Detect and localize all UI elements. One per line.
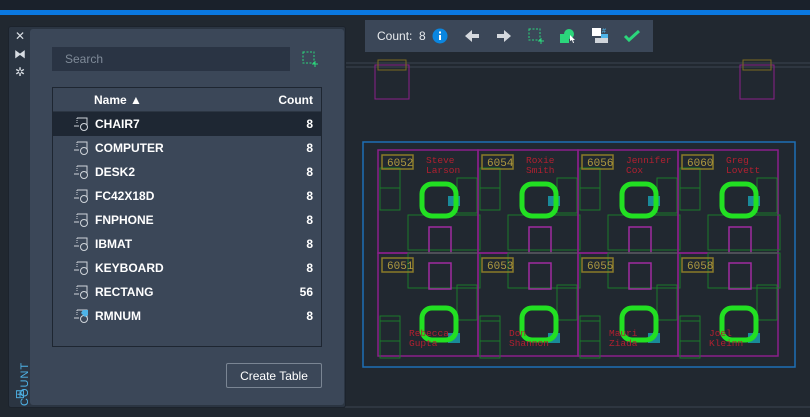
row-name: DESK2	[95, 165, 136, 179]
table-row[interactable]: RMNUM 8	[53, 304, 321, 328]
palette-strip: ✕ ⧓ ✲ COUNT ⊞	[8, 26, 31, 408]
row-name: COMPUTER	[95, 141, 164, 155]
find-block-icon[interactable]	[559, 27, 577, 45]
block-icon	[74, 165, 88, 179]
occupant-last-name: Ziada	[609, 338, 638, 349]
search-input[interactable]	[52, 47, 290, 71]
row-count: 56	[299, 285, 313, 299]
cubicle[interactable]: 6051RebeccaGupta	[377, 252, 481, 359]
count-panel: Name ▲ Count CHAIR78COMPUTER8DESK28FC42X…	[30, 29, 344, 405]
block-icon	[74, 189, 88, 203]
occupant-last-name: Kleinn	[709, 338, 743, 349]
count-readout: Count: 8	[377, 29, 426, 43]
row-count: 8	[306, 213, 313, 227]
occupant-last-name: Gupta	[409, 338, 438, 349]
attribute-block-icon	[74, 309, 88, 323]
row-name: IBMAT	[95, 237, 133, 251]
next-arrow-icon[interactable]	[495, 27, 513, 45]
cubicle[interactable]: 6052 SteveLarson	[377, 149, 481, 254]
cubicle[interactable]: 6053DonShannon	[477, 252, 581, 359]
count-table: Name ▲ Count CHAIR7 8 COMPUTER 8 DESK2 8 FC42X…	[52, 87, 322, 347]
table-row[interactable]: FC42X18D 8	[53, 184, 321, 208]
table-row[interactable]: DESK2 8	[53, 160, 321, 184]
column-name[interactable]: Name ▲	[94, 93, 142, 107]
occupant-last-name: Larson	[426, 165, 460, 176]
row-count: 8	[306, 189, 313, 203]
cubicle[interactable]: 6055MauriZiada	[577, 252, 681, 359]
cubicle[interactable]: 6058JoelKleinn	[677, 252, 781, 359]
row-name: KEYBOARD	[95, 261, 164, 275]
count-table-icon: ⊞	[14, 387, 26, 401]
insert-table-icon[interactable]: #	[591, 27, 609, 45]
occupant-last-name: Cox	[626, 165, 643, 176]
column-count[interactable]: Count	[278, 93, 313, 107]
row-count: 8	[306, 261, 313, 275]
select-objects-icon[interactable]	[527, 27, 545, 45]
occupant-last-name: Smith	[526, 165, 555, 176]
room-number: 6055	[587, 261, 613, 273]
row-count: 8	[306, 141, 313, 155]
block-icon	[74, 285, 88, 299]
select-objects-icon[interactable]	[302, 51, 318, 67]
block-icon	[74, 237, 88, 251]
row-name: FNPHONE	[95, 213, 154, 227]
done-check-icon[interactable]	[623, 27, 641, 45]
occupant-last-name: Lovett	[726, 165, 760, 176]
count-toolbar: Count: 8 #	[365, 20, 653, 52]
previous-arrow-icon[interactable]	[463, 27, 481, 45]
cubicle[interactable]: 6056 JenniferCox	[577, 149, 681, 254]
row-count: 8	[306, 165, 313, 179]
block-icon	[74, 213, 88, 227]
cubicle[interactable]: 6054 RoxieSmith	[477, 149, 581, 254]
occupant-last-name: Shannon	[509, 338, 549, 349]
row-count: 8	[306, 117, 313, 131]
settings-icon[interactable]: ✲	[14, 66, 26, 78]
block-icon	[74, 117, 88, 131]
room-number: 6052	[387, 158, 413, 170]
row-count: 8	[306, 237, 313, 251]
room-number: 6053	[487, 261, 513, 273]
table-header: Name ▲ Count	[53, 88, 321, 112]
table-row[interactable]: IBMAT 8	[53, 232, 321, 256]
table-row[interactable]: CHAIR7 8	[53, 112, 321, 136]
svg-text:#: #	[602, 28, 606, 35]
room-number: 6054	[487, 158, 514, 170]
row-count: 8	[306, 309, 313, 323]
title-bar	[0, 0, 810, 10]
cubicle[interactable]: 6060 GregLovett	[677, 149, 781, 254]
table-row[interactable]: KEYBOARD 8	[53, 256, 321, 280]
table-row[interactable]: RECTANG 56	[53, 280, 321, 304]
info-icon[interactable]	[431, 27, 449, 45]
room-number: 6058	[687, 261, 713, 273]
block-icon	[74, 261, 88, 275]
room-number: 6056	[587, 158, 613, 170]
room-number: 6051	[387, 261, 414, 273]
row-name: RECTANG	[95, 285, 154, 299]
table-row[interactable]: COMPUTER 8	[53, 136, 321, 160]
table-row[interactable]: FNPHONE 8	[53, 208, 321, 232]
row-name: FC42X18D	[95, 189, 155, 203]
close-icon[interactable]: ✕	[14, 30, 26, 42]
room-number: 6060	[687, 158, 713, 170]
block-icon	[74, 141, 88, 155]
collapse-icon[interactable]: ⧓	[14, 48, 26, 60]
create-table-button[interactable]: Create Table	[226, 363, 322, 388]
row-name: CHAIR7	[95, 117, 140, 131]
row-name: RMNUM	[95, 309, 141, 323]
